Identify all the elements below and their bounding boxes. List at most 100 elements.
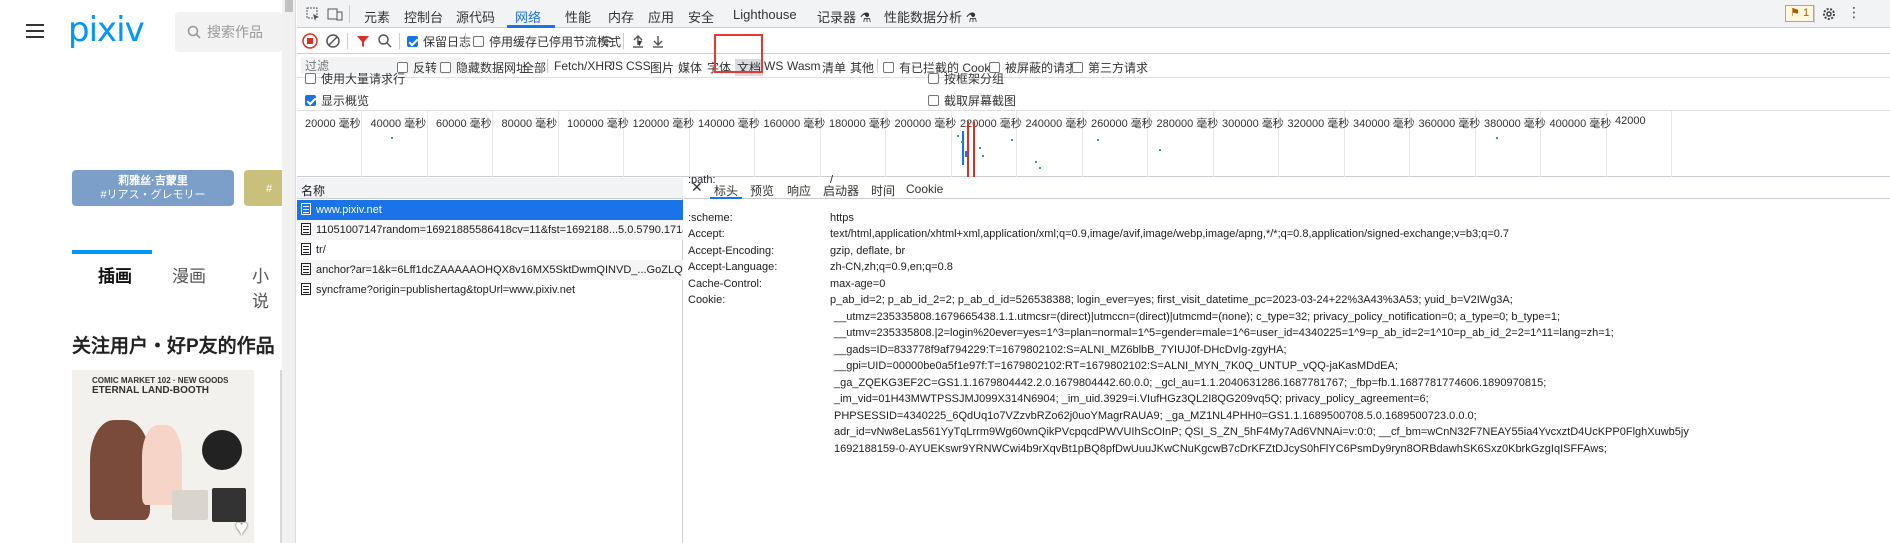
tab-sources[interactable]: 源代码 — [456, 7, 495, 26]
tab-elements[interactable]: 元素 — [364, 7, 390, 26]
tab-performance[interactable]: 性能 — [565, 7, 591, 26]
type-filter-ws[interactable]: WS — [764, 59, 783, 73]
capture-screenshots-checkbox[interactable]: 截取屏幕截图 — [928, 92, 1016, 109]
type-filter-img[interactable]: 图片 — [650, 59, 674, 76]
checkbox-unchecked[interactable] — [1072, 62, 1083, 73]
record-stop-icon[interactable] — [302, 33, 318, 49]
cookie-value-line: __gpi=UID=00000be0a5f1e97f:T=1679802102:… — [834, 360, 1398, 372]
clear-icon[interactable] — [325, 33, 341, 49]
filter-icon[interactable] — [355, 33, 371, 49]
tag-label-jp: #リアス・グレモリー — [100, 189, 206, 201]
search-icon[interactable] — [377, 33, 393, 49]
type-filter-css[interactable]: CSS — [626, 59, 651, 73]
tab-initiator[interactable]: 启动器 — [823, 182, 859, 199]
type-filter-other[interactable]: 其他 — [850, 59, 874, 76]
checkbox-unchecked[interactable] — [440, 62, 451, 73]
type-filter-manifest[interactable]: 清单 — [822, 59, 846, 76]
separator — [349, 5, 350, 23]
name-column-header[interactable]: 名称 — [297, 178, 683, 199]
checkbox-unchecked[interactable] — [473, 36, 484, 47]
hide-data-urls-checkbox[interactable]: 隐藏数据网址 — [440, 59, 528, 76]
tab-lighthouse[interactable]: Lighthouse — [733, 7, 797, 22]
tab-security[interactable]: 安全 — [688, 7, 714, 26]
request-row[interactable]: tr/ — [297, 240, 683, 260]
network-conditions-icon[interactable] — [599, 33, 615, 49]
throttle-select[interactable]: 已停用节流模式 ▼ — [537, 33, 644, 50]
type-filter-wasm[interactable]: Wasm — [787, 59, 821, 73]
timeline-tick-label: 260000 毫秒 — [1091, 118, 1153, 130]
tab-console[interactable]: 控制台 — [404, 7, 443, 26]
settings-gear-icon[interactable] — [1821, 6, 1837, 22]
cookie-value-line: adr_id=vNw8eLas561YyTqLrrm9Wg60wnQikPVcp… — [834, 426, 1689, 438]
scrollbar-thumb[interactable] — [285, 0, 293, 12]
preserve-log-checkbox[interactable]: 保留日志 — [407, 33, 471, 50]
header-name: :scheme: — [688, 211, 733, 224]
menu-icon[interactable] — [26, 24, 44, 42]
header-value: / — [830, 174, 834, 184]
tab-performance-insights[interactable]: 性能数据分析 ⚗ — [884, 7, 977, 26]
tab-novels[interactable]: 小说 — [252, 262, 282, 312]
request-row[interactable]: anchor?ar=1&k=6Lff1dcZAAAAAOHQX8v16MX5Sk… — [297, 260, 683, 280]
group-by-frame-checkbox[interactable]: 按框架分组 — [928, 70, 1004, 87]
header-name: :path: — [688, 174, 716, 184]
separator — [347, 33, 348, 49]
heart-icon[interactable]: ♥ — [235, 515, 248, 541]
timeline-tick-label: 42000 — [1615, 115, 1646, 127]
tag-button-2[interactable]: # — [244, 170, 282, 206]
timeline-tick-label: 320000 毫秒 — [1287, 118, 1350, 130]
type-filter-fetch-xhr[interactable]: Fetch/XHR — [554, 59, 613, 73]
search-input[interactable]: 搜索作品 — [175, 12, 282, 52]
import-har-icon[interactable] — [631, 33, 645, 49]
tab-network[interactable]: 网络 — [515, 7, 541, 26]
cookie-value-line: _im_vid=01H43MWTPSSJMJ099X314N6904; _im_… — [834, 393, 1429, 405]
page-scrollbar[interactable] — [282, 0, 296, 543]
figure-shape — [202, 430, 242, 470]
large-rows-checkbox[interactable]: 使用大量请求行 — [305, 70, 405, 87]
checkbox-unchecked[interactable] — [305, 73, 316, 84]
third-party-checkbox[interactable]: 第三方请求 — [1072, 59, 1148, 76]
disable-cache-checkbox[interactable]: 停用缓存 — [473, 33, 537, 50]
timeline-tick-label: 120000 毫秒 — [632, 118, 695, 130]
timeline-gridline — [361, 111, 362, 177]
request-row[interactable]: syncframe?origin=publishertag&topUrl=www… — [297, 280, 683, 300]
tab-application[interactable]: 应用 — [648, 7, 674, 26]
issues-badge[interactable]: ⚑ 1 — [1785, 5, 1815, 22]
request-row[interactable]: 11051007147random=16921885586418cv=11&fs… — [297, 220, 683, 240]
tab-memory[interactable]: 内存 — [608, 7, 634, 26]
cookie-value-line: __utmz=235335808.1679665438.1.1.utmcsr=(… — [834, 310, 1561, 323]
export-har-icon[interactable] — [651, 33, 665, 49]
pixiv-logo[interactable]: pixiv — [68, 10, 145, 50]
tab-recorder[interactable]: 记录器 ⚗ — [817, 7, 871, 26]
tab-manga[interactable]: 漫画 — [172, 262, 206, 287]
document-icon — [301, 263, 311, 275]
timeline-marker — [967, 121, 969, 177]
inspect-icon[interactable] — [305, 6, 321, 22]
type-filter-js[interactable]: JS — [609, 59, 623, 73]
show-overview-checkbox[interactable]: 显示概览 — [305, 92, 369, 109]
device-toolbar-icon[interactable] — [327, 6, 343, 22]
tab-cookies[interactable]: Cookie — [906, 182, 943, 196]
figure-shape — [172, 490, 208, 520]
thumbnail-caption: COMIC MARKET 102 · NEW GOODS ETERNAL LAND… — [92, 376, 228, 396]
checkbox-checked[interactable] — [407, 36, 418, 47]
checkbox-unchecked[interactable] — [928, 73, 939, 84]
checkbox-unchecked[interactable] — [928, 95, 939, 106]
timeline-overview[interactable]: 20000 毫秒 40000 毫秒 60000 毫秒 80000 毫秒 100000 毫… — [297, 110, 1890, 177]
more-options-icon[interactable]: ⋮ — [1847, 4, 1863, 20]
type-filter-media[interactable]: 媒体 — [678, 59, 702, 76]
preserve-log-label: 保留日志 — [423, 35, 472, 49]
checkbox-unchecked[interactable] — [883, 62, 894, 73]
type-filter-all[interactable]: 全部 — [522, 59, 546, 76]
artwork-thumbnail[interactable]: COMIC MARKET 102 · NEW GOODS ETERNAL LAND… — [72, 370, 254, 543]
tab-timing[interactable]: 时间 — [871, 182, 895, 199]
tag-button-rias[interactable]: 莉雅丝·吉蒙里 #リアス・グレモリー — [72, 170, 234, 206]
section-title: 关注用户・好P友的作品 — [72, 336, 275, 357]
document-icon — [301, 283, 311, 295]
request-row[interactable]: www.pixiv.net — [297, 200, 683, 220]
active-details-tab-underline — [710, 197, 742, 199]
checkbox-checked[interactable] — [305, 95, 316, 106]
thumb-line2: ETERNAL LAND-BOOTH — [92, 385, 210, 396]
tab-response[interactable]: 响应 — [787, 182, 811, 199]
tab-illustrations[interactable]: 插画 — [98, 262, 132, 287]
tab-preview[interactable]: 预览 — [750, 182, 774, 199]
